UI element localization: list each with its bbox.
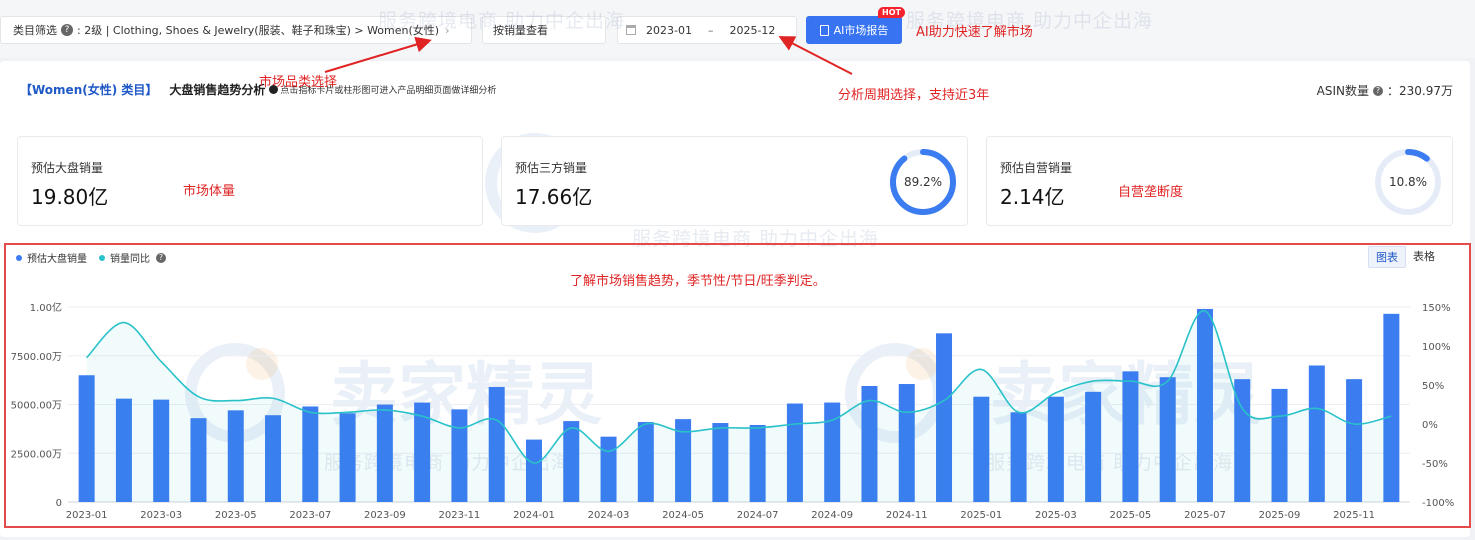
y-right-tick-label: 100% xyxy=(1422,342,1451,353)
y-left-tick-label: 7500.00万 xyxy=(11,352,62,363)
y-right-tick-label: 0% xyxy=(1422,420,1438,431)
x-tick-label: 2024-09 xyxy=(811,510,853,521)
x-tick-label: 2023-09 xyxy=(364,510,406,521)
annotation-trend: 了解市场销售趋势，季节性/节日/旺季判定。 xyxy=(570,274,826,289)
y-left-tick-label: 5000.00万 xyxy=(11,401,62,412)
x-tick-label: 2025-07 xyxy=(1184,510,1226,521)
x-tick-label: 2024-05 xyxy=(662,510,704,521)
x-tick-label: 2024-01 xyxy=(513,510,555,521)
annotation-market-volume: 市场体量 xyxy=(183,184,236,199)
x-tick-label: 2024-03 xyxy=(588,510,630,521)
y-left-tick-label: 2500.00万 xyxy=(11,449,62,460)
x-tick-label: 2023-01 xyxy=(66,510,108,521)
y-right-tick-label: -50% xyxy=(1422,459,1448,470)
x-tick-label: 2025-05 xyxy=(1110,510,1152,521)
x-tick-label: 2023-11 xyxy=(439,510,481,521)
annotation-ai-help: AI助力快速了解市场 xyxy=(916,25,1033,40)
x-tick-label: 2025-01 xyxy=(960,510,1002,521)
x-tick-label: 2025-03 xyxy=(1035,510,1077,521)
annotation-category-select: 市场品类选择 xyxy=(259,75,338,90)
x-tick-label: 2024-07 xyxy=(737,510,779,521)
annotation-self-monopoly: 自营垄断度 xyxy=(1118,185,1184,200)
annotation-period-select: 分析周期选择，支持近3年 xyxy=(838,88,990,103)
x-tick-label: 2023-03 xyxy=(140,510,182,521)
y-left-tick-label: 1.00亿 xyxy=(30,301,62,314)
x-tick-label: 2024-11 xyxy=(886,510,928,521)
y-right-tick-label: 150% xyxy=(1422,303,1451,314)
x-tick-label: 2023-07 xyxy=(289,510,331,521)
x-tick-label: 2023-05 xyxy=(215,510,257,521)
y-left-tick-label: 0 xyxy=(56,498,62,509)
y-right-tick-label: 50% xyxy=(1422,381,1444,392)
yoy-area xyxy=(86,310,1392,502)
y-right-tick-label: -100% xyxy=(1422,498,1454,509)
x-tick-label: 2025-09 xyxy=(1259,510,1301,521)
x-tick-label: 2025-11 xyxy=(1333,510,1375,521)
